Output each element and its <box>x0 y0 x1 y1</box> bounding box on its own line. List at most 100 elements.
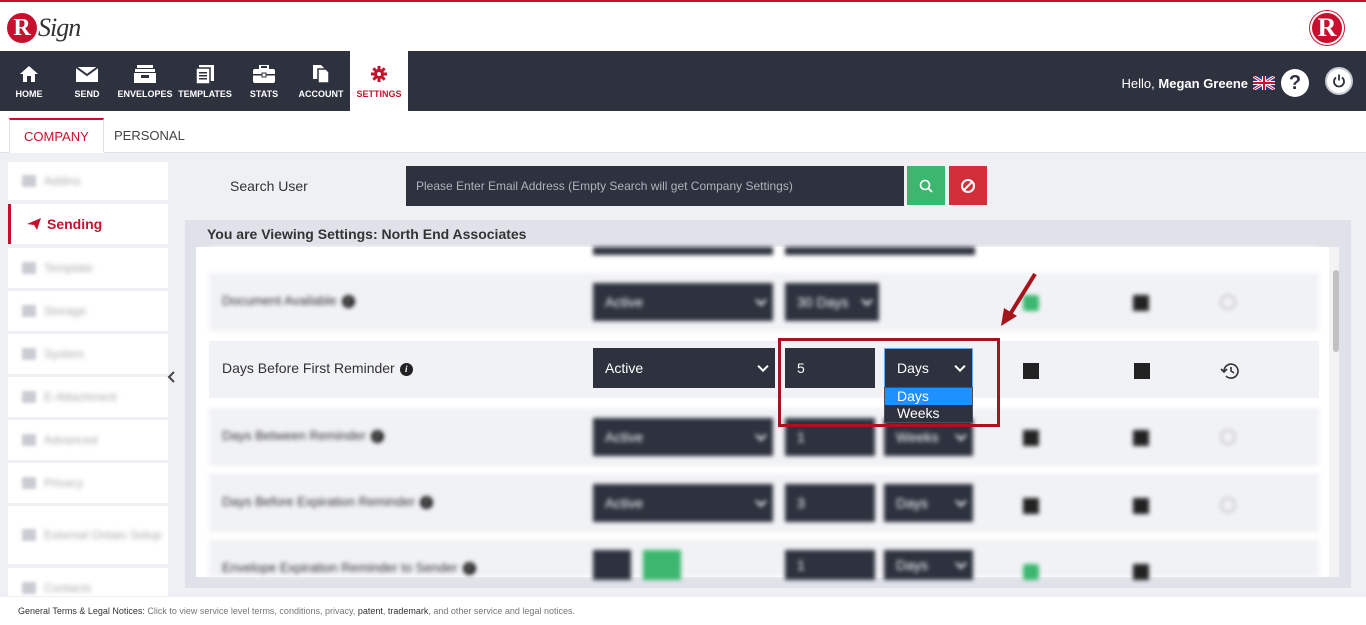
history-icon[interactable] <box>1219 496 1237 514</box>
info-icon[interactable]: i <box>341 295 355 308</box>
briefcase-icon <box>253 63 275 85</box>
status-select[interactable]: Active <box>593 348 775 388</box>
row-label-text: Days Before First Reminder <box>222 360 395 376</box>
sidebar-item-label: System <box>44 347 85 361</box>
checkbox[interactable] <box>1023 430 1039 446</box>
unit-select[interactable]: Days <box>884 348 973 388</box>
sidebar-item-label: External Ontaio Setup <box>44 528 162 542</box>
sidebar-item-label: Template <box>44 261 93 275</box>
sidebar-item-storage[interactable]: Storage <box>8 291 168 331</box>
nav-templates-label: TEMPLATES <box>178 89 232 99</box>
checkbox[interactable] <box>1023 363 1039 379</box>
nav-envelopes[interactable]: ENVELOPES <box>116 51 174 111</box>
nav-send[interactable]: SEND <box>64 51 110 111</box>
unit-option-days[interactable]: Days <box>885 388 972 405</box>
scrollbar-thumb[interactable] <box>1333 270 1339 352</box>
collapse-sidebar-icon[interactable] <box>167 370 175 388</box>
sidebar-item-template[interactable]: Template <box>8 248 168 288</box>
unit-option-weeks[interactable]: Weeks <box>885 405 972 422</box>
search-email-input[interactable] <box>406 166 904 206</box>
footer-text-end: , and other service and legal notices. <box>428 606 575 616</box>
footer-prefix[interactable]: General Terms & Legal Notices: <box>18 606 145 616</box>
status-select[interactable]: Active <box>593 418 773 456</box>
sidebar-item-advanced[interactable]: Advanced <box>8 420 168 460</box>
info-icon[interactable]: i <box>419 496 433 509</box>
sidebar-item-system[interactable]: System <box>8 334 168 374</box>
status-value: Active <box>605 360 644 376</box>
value-input[interactable]: 3 <box>785 484 875 522</box>
history-icon[interactable] <box>1220 362 1239 380</box>
checkbox[interactable] <box>1133 564 1149 580</box>
value-input[interactable]: 1 <box>785 550 875 580</box>
info-icon[interactable]: i <box>462 562 476 575</box>
clear-search-button[interactable] <box>949 166 987 205</box>
question-icon[interactable]: ? <box>1281 69 1309 97</box>
settings-row-first-reminder: Days Before First Reminder i Active 5 Day… <box>209 341 1319 398</box>
unit-select[interactable]: Weeks <box>884 418 973 456</box>
value-input[interactable] <box>785 247 975 255</box>
sidebar-item-external[interactable]: External Ontaio Setup <box>8 506 168 564</box>
paper-plane-icon <box>27 218 41 230</box>
brand-bar: R Sign R <box>0 0 1366 51</box>
status-select[interactable]: Active <box>593 484 773 522</box>
checkbox[interactable] <box>1133 295 1149 311</box>
unit-value: Days <box>897 360 929 376</box>
checkbox[interactable] <box>1023 498 1039 514</box>
sidebar-item-icon <box>22 348 36 360</box>
gear-icon <box>371 63 387 85</box>
info-icon[interactable]: i <box>399 363 413 376</box>
nav-home[interactable]: HOME <box>6 51 52 111</box>
nav-templates[interactable]: TEMPLATES <box>176 51 234 111</box>
sidebar-item-icon <box>22 529 36 541</box>
logo-circle: R <box>7 13 37 43</box>
panel-title: You are Viewing Settings: North End Asso… <box>207 226 527 242</box>
sidebar-item-contacts[interactable]: Contacts <box>8 568 168 596</box>
nav-stats-label: STATS <box>249 89 279 99</box>
nav-account[interactable]: ACCOUNT <box>294 51 348 111</box>
user-greeting: Hello, Megan Greene <box>1122 76 1248 91</box>
row-label: Days Before First Reminder i <box>222 360 413 376</box>
sidebar-item-label: Advanced <box>44 433 98 447</box>
sidebar-item-privacy[interactable]: Privacy <box>8 463 168 503</box>
user-name[interactable]: Megan Greene <box>1158 76 1248 91</box>
checkbox[interactable] <box>1133 498 1149 514</box>
nav-stats[interactable]: STATS <box>242 51 286 111</box>
toggle-on[interactable] <box>643 550 681 580</box>
sidebar-item-sending[interactable]: Sending <box>8 204 168 244</box>
copy-icon <box>312 63 330 85</box>
sidebar-item-label: Addins <box>44 174 81 188</box>
history-icon[interactable] <box>1219 428 1237 446</box>
nav-settings[interactable]: SETTINGS <box>350 51 408 111</box>
annotation-arrow-icon <box>1001 272 1037 326</box>
checkbox[interactable] <box>1133 430 1149 446</box>
days-value-input[interactable]: 5 <box>785 348 875 388</box>
search-button[interactable] <box>907 166 945 205</box>
unit-select[interactable]: Days <box>884 550 973 580</box>
row-label: Envelope Expiration Reminder to Sender i <box>222 560 476 575</box>
nav-home-label: HOME <box>15 89 43 99</box>
checkbox[interactable] <box>1023 564 1039 580</box>
power-icon[interactable] <box>1325 67 1353 95</box>
history-icon[interactable] <box>1219 293 1237 311</box>
sidebar-item-label: Contacts <box>44 581 92 595</box>
status-select[interactable] <box>593 247 773 255</box>
sidebar-item-addins[interactable]: Addins <box>8 162 168 200</box>
sidebar-item-label: Privacy <box>44 476 84 490</box>
sidebar-item-eattachment[interactable]: E-Attachment <box>8 377 168 417</box>
uk-flag-icon[interactable] <box>1253 76 1275 90</box>
value-input[interactable]: 1 <box>785 418 875 456</box>
info-icon[interactable]: i <box>370 430 384 443</box>
settings-row-between-reminder: Days Between Reminder i Active 1 Weeks <box>209 408 1319 466</box>
trademark-link[interactable]: trademark <box>388 606 429 616</box>
status-select[interactable]: Active <box>593 283 773 321</box>
rsign-logo[interactable]: R Sign <box>7 8 81 48</box>
toggle-off[interactable] <box>593 550 631 580</box>
tab-personal[interactable]: PERSONAL <box>100 118 199 153</box>
unit-select[interactable]: Days <box>884 484 973 522</box>
value-select[interactable]: 30 Days <box>785 283 879 321</box>
checkbox[interactable] <box>1134 363 1150 379</box>
logo-text: Sign <box>38 13 81 42</box>
footer: General Terms & Legal Notices: Click to … <box>0 597 1366 625</box>
tab-company[interactable]: COMPANY <box>9 118 104 153</box>
patent-link[interactable]: patent <box>358 606 383 616</box>
